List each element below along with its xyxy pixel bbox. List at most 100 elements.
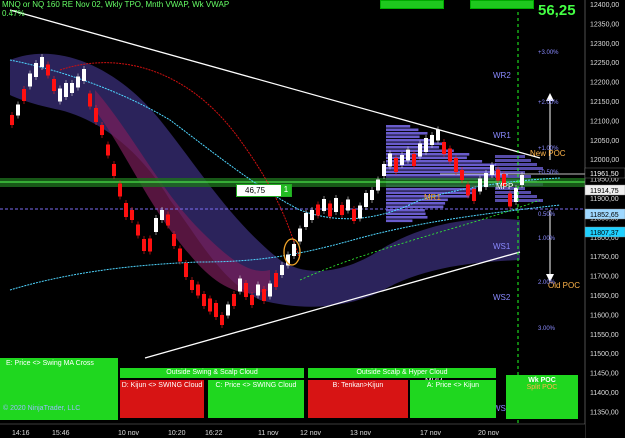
bull-candle <box>160 210 164 220</box>
current-price-label: 11914,75 <box>584 184 625 196</box>
price-tick: 12350,00 <box>590 21 619 28</box>
bear-candle <box>442 142 446 154</box>
chart-header: MNQ or NQ 160 RE Nov 02, Wkly TPO, Mnth … <box>2 0 229 18</box>
bear-candle <box>472 189 476 201</box>
price-tick: 11900,00 <box>590 196 619 203</box>
bear-candle <box>88 93 92 107</box>
box-tenkan-kijun: B: Tenkan>Kijun <box>308 380 408 418</box>
bear-candle <box>94 108 98 122</box>
bear-candle <box>460 170 464 180</box>
bull-candle <box>430 135 434 145</box>
top-button-1[interactable] <box>380 0 444 9</box>
level-mr1: MR1 <box>424 193 441 202</box>
order-box[interactable]: 46,75 1 <box>236 184 292 197</box>
pct-level: +3.00% <box>538 50 559 56</box>
bull-candle <box>490 165 494 175</box>
bear-candle <box>124 203 128 217</box>
bear-candle <box>136 224 140 236</box>
bear-candle <box>112 164 116 176</box>
price-tick: 12200,00 <box>590 80 619 87</box>
svg-text:11807,37: 11807,37 <box>590 230 619 237</box>
time-tick: 12 nov <box>300 430 322 437</box>
bull-candle <box>520 175 524 185</box>
bull-candle <box>16 104 20 116</box>
bear-candle <box>172 234 176 246</box>
bear-candle <box>52 79 56 91</box>
box-title: Outside Scalp & Hyper Cloud <box>356 369 448 376</box>
bear-candle <box>412 154 416 166</box>
bear-candle <box>202 294 206 306</box>
top-button-2[interactable] <box>470 0 534 9</box>
price-tick: 12400,00 <box>590 2 619 9</box>
bear-candle <box>196 284 200 296</box>
bull-candle <box>268 283 272 297</box>
price-tick: 12100,00 <box>590 118 619 125</box>
bear-candle <box>466 184 470 196</box>
bear-candle <box>10 115 14 125</box>
price-tick: 11450,00 <box>590 371 619 378</box>
bull-candle <box>298 228 302 242</box>
bull-candle <box>400 155 404 165</box>
bull-candle <box>34 63 38 77</box>
bear-candle <box>448 148 452 162</box>
bear-candle <box>166 214 170 226</box>
bull-candle <box>76 76 80 88</box>
instrument-title: MNQ or NQ 160 RE Nov 02, Wkly TPO, Mnth … <box>2 0 230 9</box>
bull-candle <box>256 284 260 296</box>
bull-candle <box>370 190 374 200</box>
pct-level: 3.00% <box>538 326 556 332</box>
box-label: Wk POC <box>528 377 556 384</box>
bull-candle <box>40 57 44 67</box>
bear-candle <box>232 294 236 306</box>
bull-candle <box>226 304 230 316</box>
level-wr1: WR1 <box>493 131 511 140</box>
box-label: A: Price <> Kijun <box>426 382 480 389</box>
price-tick: 11750,00 <box>590 254 619 261</box>
bull-candle <box>154 218 158 232</box>
bear-candle <box>220 315 224 325</box>
price-tick: 11550,00 <box>590 332 619 339</box>
box-label: D: Kijun <> SWING Cloud <box>121 382 203 389</box>
bull-candle <box>436 129 440 141</box>
bull-candle <box>418 143 422 157</box>
pct-level: +2.00% <box>538 100 559 106</box>
bear-candle <box>130 210 134 220</box>
bear-candle <box>274 273 278 287</box>
box-title: Outside Swing & Scalp Cloud <box>166 369 258 376</box>
bear-candle <box>496 169 500 181</box>
box-label: C: Price <> SWING Cloud <box>215 382 297 389</box>
price-tick: 12300,00 <box>590 41 619 48</box>
bull-candle <box>304 213 308 227</box>
current-price-label: 11961,50 <box>584 167 625 179</box>
bear-candle <box>22 89 26 101</box>
level-wr2: WR2 <box>493 71 511 80</box>
bear-candle <box>328 203 332 217</box>
bear-candle <box>316 204 320 216</box>
price-tick: 11350,00 <box>590 409 619 416</box>
price-tick: 11700,00 <box>590 274 619 281</box>
time-tick: 10:20 <box>168 430 186 437</box>
bull-candle <box>424 138 428 152</box>
bear-candle <box>148 238 152 252</box>
bear-candle <box>208 298 212 312</box>
copyright: © 2020 NinjaTrader, LLC <box>3 405 81 412</box>
pct-level: 2.00% <box>538 280 556 286</box>
price-tick: 12000,00 <box>590 157 619 164</box>
bull-candle <box>58 88 62 102</box>
bull-candle <box>292 244 296 256</box>
order-price: 46,75 <box>245 186 266 195</box>
pct-level: +1.00% <box>538 146 559 152</box>
price-tick: 11650,00 <box>590 293 619 300</box>
bear-candle <box>46 64 50 76</box>
bull-candle <box>334 198 338 212</box>
box-outside-scalp-hyper: Outside Scalp & Hyper Cloud <box>308 368 496 378</box>
bull-candle <box>478 178 482 192</box>
order-qty[interactable]: 1 <box>281 185 291 196</box>
bear-candle <box>142 239 146 251</box>
bear-candle <box>262 289 266 301</box>
bear-candle <box>100 125 104 135</box>
time-tick: 10 nov <box>118 430 140 437</box>
time-tick: 20 nov <box>478 430 500 437</box>
pct-level: 1.00% <box>538 236 556 242</box>
svg-text:11914,75: 11914,75 <box>590 188 619 195</box>
